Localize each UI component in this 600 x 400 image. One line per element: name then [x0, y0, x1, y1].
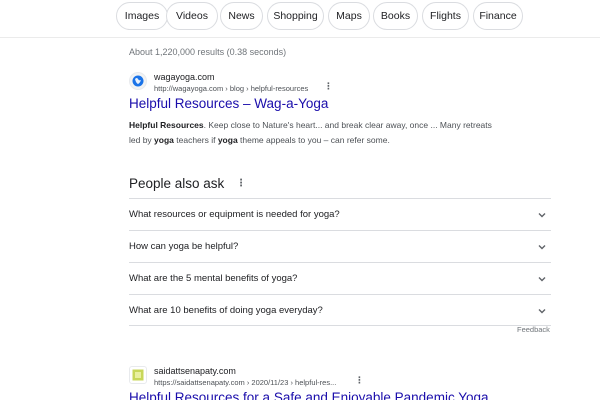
paa-question-text: What are the 5 mental benefits of yoga? — [129, 273, 298, 284]
chevron-down-icon — [538, 277, 546, 282]
header-divider — [0, 37, 600, 38]
chip-shopping[interactable]: Shopping — [267, 2, 324, 30]
search-result: saidattsenapaty.com https://saidattsenap… — [129, 366, 569, 400]
result-title-link[interactable]: Helpful Resources for a Safe and Enjoyab… — [129, 390, 488, 400]
paa-question[interactable]: What resources or equipment is needed fo… — [129, 198, 551, 230]
chip-images[interactable]: Images — [116, 2, 168, 30]
paa-question[interactable]: What are the 5 mental benefits of yoga? — [129, 262, 551, 294]
search-result: wagayoga.com http://wagayoga.com › blog … — [129, 72, 569, 152]
chip-maps[interactable]: Maps — [328, 2, 370, 30]
paa-question-text: What are 10 benefits of doing yoga every… — [129, 304, 323, 316]
chevron-down-icon — [538, 213, 546, 218]
globe-icon — [129, 72, 147, 90]
result-stats: About 1,220,000 results (0.38 seconds) — [129, 47, 287, 57]
result-title-link[interactable]: Helpful Resources – Wag-a-Yoga — [129, 96, 328, 111]
filter-chips: Images Videos News Shopping Maps Books F… — [0, 2, 600, 30]
paa-question[interactable]: How can yoga be helpful? — [129, 230, 551, 262]
people-also-ask-heading: People also ask — [129, 176, 225, 191]
chevron-down-icon — [538, 245, 546, 250]
result-snippet: Helpful Resources. Keep close to Nature'… — [129, 120, 492, 145]
chip-books[interactable]: Books — [373, 2, 418, 30]
chevron-down-icon — [538, 309, 546, 314]
chip-flights[interactable]: Flights — [422, 2, 469, 30]
paa-question[interactable]: What are 10 benefits of doing yoga every… — [129, 294, 551, 326]
square-favicon-icon — [129, 366, 147, 384]
site-name: saidattsenapaty.com — [154, 366, 236, 376]
paa-question-text: How can yoga be helpful? — [129, 241, 239, 252]
people-also-ask-list: What resources or equipment is needed fo… — [129, 198, 551, 326]
feedback-link[interactable]: Feedback — [517, 325, 550, 334]
paa-question-text: What resources or equipment is needed fo… — [129, 209, 340, 220]
chip-finance[interactable]: Finance — [473, 2, 523, 30]
site-url[interactable]: http://wagayoga.com › blog › helpful-res… — [154, 84, 308, 93]
chip-videos[interactable]: Videos — [166, 2, 218, 30]
more-options-icon[interactable]: ⋮ — [324, 81, 333, 92]
chip-news[interactable]: News — [220, 2, 263, 30]
site-url[interactable]: https://saidattsenapaty.com › 2020/11/23… — [154, 378, 336, 387]
more-options-icon[interactable]: ⋮ — [355, 375, 364, 386]
paa-more-options-icon[interactable]: ⋮ — [236, 178, 246, 189]
site-name: wagayoga.com — [154, 72, 215, 82]
